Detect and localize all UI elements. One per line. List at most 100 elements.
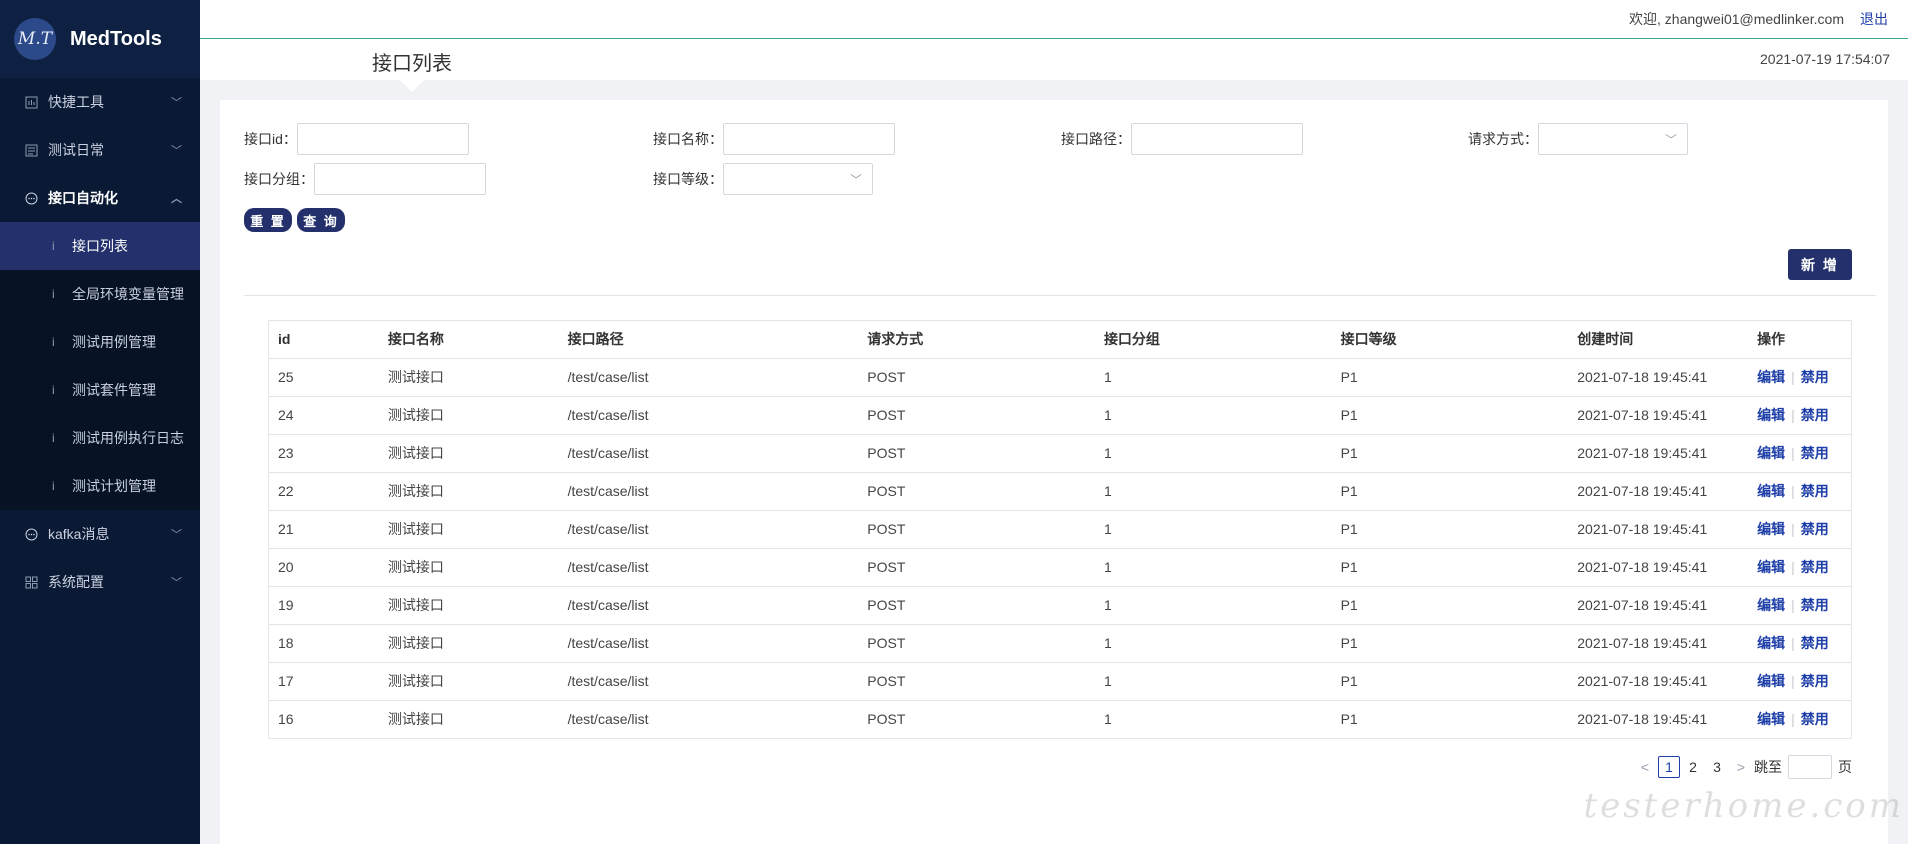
next-page-button[interactable]: >: [1730, 756, 1752, 778]
sidebar-subitem-1[interactable]: i 全局环境变量管理: [0, 270, 200, 318]
jump-page-input[interactable]: [1788, 755, 1832, 779]
filter-method-select[interactable]: ﹀: [1538, 123, 1688, 155]
sidebar-subitem-4[interactable]: i 测试用例执行日志: [0, 414, 200, 462]
cell-创建时间: 2021-07-18 19:45:41: [1568, 624, 1749, 663]
page-3[interactable]: 3: [1706, 756, 1728, 778]
disable-link[interactable]: 禁用: [1801, 445, 1829, 461]
sidebar-subitem-label: 测试用例管理: [72, 334, 156, 350]
filter-group-input[interactable]: [314, 163, 486, 195]
tools-icon: [24, 95, 38, 109]
query-button[interactable]: 查 询: [297, 208, 345, 232]
disable-link[interactable]: 禁用: [1801, 559, 1829, 575]
reset-button[interactable]: 重 置: [244, 208, 292, 232]
disable-link[interactable]: 禁用: [1801, 521, 1829, 537]
edit-link[interactable]: 编辑: [1757, 635, 1785, 651]
filter-id-label: 接口id：: [244, 131, 297, 147]
filter-id-input[interactable]: [296, 123, 469, 155]
sidebar-item-0[interactable]: 快捷工具 ﹀: [0, 78, 200, 126]
chevron-up-icon: ︿: [171, 193, 182, 205]
sidebar-item-4[interactable]: 系统配置 ﹀: [0, 558, 200, 606]
table-row: 22 测试接口/test/case/list POST 1 P1 2021-07-18 1…: [269, 472, 1851, 511]
logout-link[interactable]: 退出: [1860, 9, 1888, 29]
cell-id: 19: [269, 586, 379, 625]
filter-path-input[interactable]: [1131, 123, 1303, 155]
cell-id: 22: [269, 472, 379, 511]
cell-接口名称: 测试接口: [378, 662, 559, 701]
divider: [244, 295, 1876, 296]
page-2[interactable]: 2: [1682, 756, 1704, 778]
cell-id: 21: [269, 510, 379, 549]
separator: |: [1791, 673, 1795, 689]
sidebar-item-3[interactable]: kafka消息 ﹀: [0, 510, 200, 558]
cell-actions: 编辑 | 禁用: [1748, 624, 1851, 663]
edit-link[interactable]: 编辑: [1757, 521, 1785, 537]
sidebar-item-2[interactable]: 接口自动化 ︿: [0, 174, 200, 222]
sidebar-subitem-5[interactable]: i 测试计划管理: [0, 462, 200, 510]
cell-接口分组: 1: [1103, 711, 1112, 728]
chevron-down-icon: ﹀: [171, 529, 182, 541]
cell-接口路径: /test/case/list: [567, 711, 649, 728]
add-button[interactable]: 新 增: [1788, 249, 1852, 280]
separator: |: [1791, 445, 1795, 461]
edit-link[interactable]: 编辑: [1757, 559, 1785, 575]
table-row: 20 测试接口/test/case/list POST 1 P1 2021-07-18 1…: [269, 548, 1851, 587]
filter-level-select[interactable]: ﹀: [723, 163, 873, 195]
cell-接口名称: 测试接口: [378, 434, 559, 473]
filter-path-label: 接口路径：: [1061, 131, 1131, 147]
cell-接口等级: P1: [1331, 548, 1569, 587]
edit-link[interactable]: 编辑: [1757, 673, 1785, 689]
sidebar-item-label: kafka消息: [48, 526, 110, 542]
cell-接口名称: 测试接口: [378, 548, 559, 587]
cell-接口路径: /test/case/list: [558, 624, 859, 663]
disable-link[interactable]: 禁用: [1801, 597, 1829, 613]
disable-link[interactable]: 禁用: [1801, 635, 1829, 651]
sidebar-subitem-label: 接口列表: [72, 238, 128, 254]
cell-接口等级: P1: [1331, 586, 1569, 625]
sidebar-item-1[interactable]: 测试日常 ﹀: [0, 126, 200, 174]
disable-link[interactable]: 禁用: [1801, 369, 1829, 385]
disable-link[interactable]: 禁用: [1801, 407, 1829, 423]
edit-link[interactable]: 编辑: [1757, 483, 1785, 499]
cell-请求方式: POST: [858, 358, 1095, 397]
page-1[interactable]: 1: [1658, 756, 1680, 778]
filter-level-label: 接口等级：: [653, 171, 723, 187]
edit-link[interactable]: 编辑: [1757, 711, 1785, 727]
cell-id: 25: [269, 358, 379, 397]
edit-link[interactable]: 编辑: [1757, 407, 1785, 423]
cell-创建时间: 2021-07-18 19:45:41: [1568, 510, 1749, 549]
cell-请求方式: POST: [858, 624, 1095, 663]
column-header-7: 操作: [1748, 321, 1851, 359]
disable-link[interactable]: 禁用: [1801, 711, 1829, 727]
sidebar-subitem-label: 测试计划管理: [72, 478, 156, 494]
edit-link[interactable]: 编辑: [1757, 597, 1785, 613]
filter-name-input[interactable]: [723, 123, 895, 155]
cell-创建时间: 2021-07-18 19:45:41: [1577, 711, 1708, 728]
chevron-down-icon: ﹀: [1664, 132, 1677, 147]
prev-page-button[interactable]: <: [1634, 756, 1656, 778]
cell-接口分组: 1: [1094, 358, 1332, 397]
edit-link[interactable]: 编辑: [1757, 369, 1785, 385]
sidebar-subitem-3[interactable]: i 测试套件管理: [0, 366, 200, 414]
table-row: 21 测试接口/test/case/list POST 1 P1 2021-07-18 1…: [269, 510, 1851, 549]
edit-link[interactable]: 编辑: [1757, 445, 1785, 461]
brand[interactable]: M.T MedTools: [0, 0, 200, 78]
cell-接口路径: /test/case/list: [558, 548, 859, 587]
disable-link[interactable]: 禁用: [1801, 483, 1829, 499]
sidebar-subitem-label: 全局环境变量管理: [72, 286, 184, 302]
sidebar-subitem-label: 测试用例执行日志: [72, 430, 184, 446]
chat-icon: [24, 191, 38, 205]
cell-接口名称: 测试接口: [378, 396, 559, 435]
separator: |: [1791, 559, 1795, 575]
disable-link[interactable]: 禁用: [1801, 673, 1829, 689]
sidebar-subitem-0[interactable]: i 接口列表: [0, 222, 200, 270]
cell-创建时间: 2021-07-18 19:45:41: [1568, 434, 1749, 473]
cell-接口名称: 测试接口: [378, 510, 559, 549]
cell-接口分组: 1: [1094, 434, 1332, 473]
cell-actions: 编辑 | 禁用: [1748, 548, 1851, 587]
sidebar-subitem-2[interactable]: i 测试用例管理: [0, 318, 200, 366]
cell-id: 24: [269, 396, 379, 435]
chevron-down-icon: ﹀: [171, 577, 182, 589]
interface-table: id 接口名称 接口路径 请求方式 接口分组 接口等级 创建时间 操作 25 测试接口/test…: [268, 320, 1852, 739]
cell-id: 17: [269, 662, 379, 701]
cell-请求方式: POST: [858, 662, 1095, 701]
